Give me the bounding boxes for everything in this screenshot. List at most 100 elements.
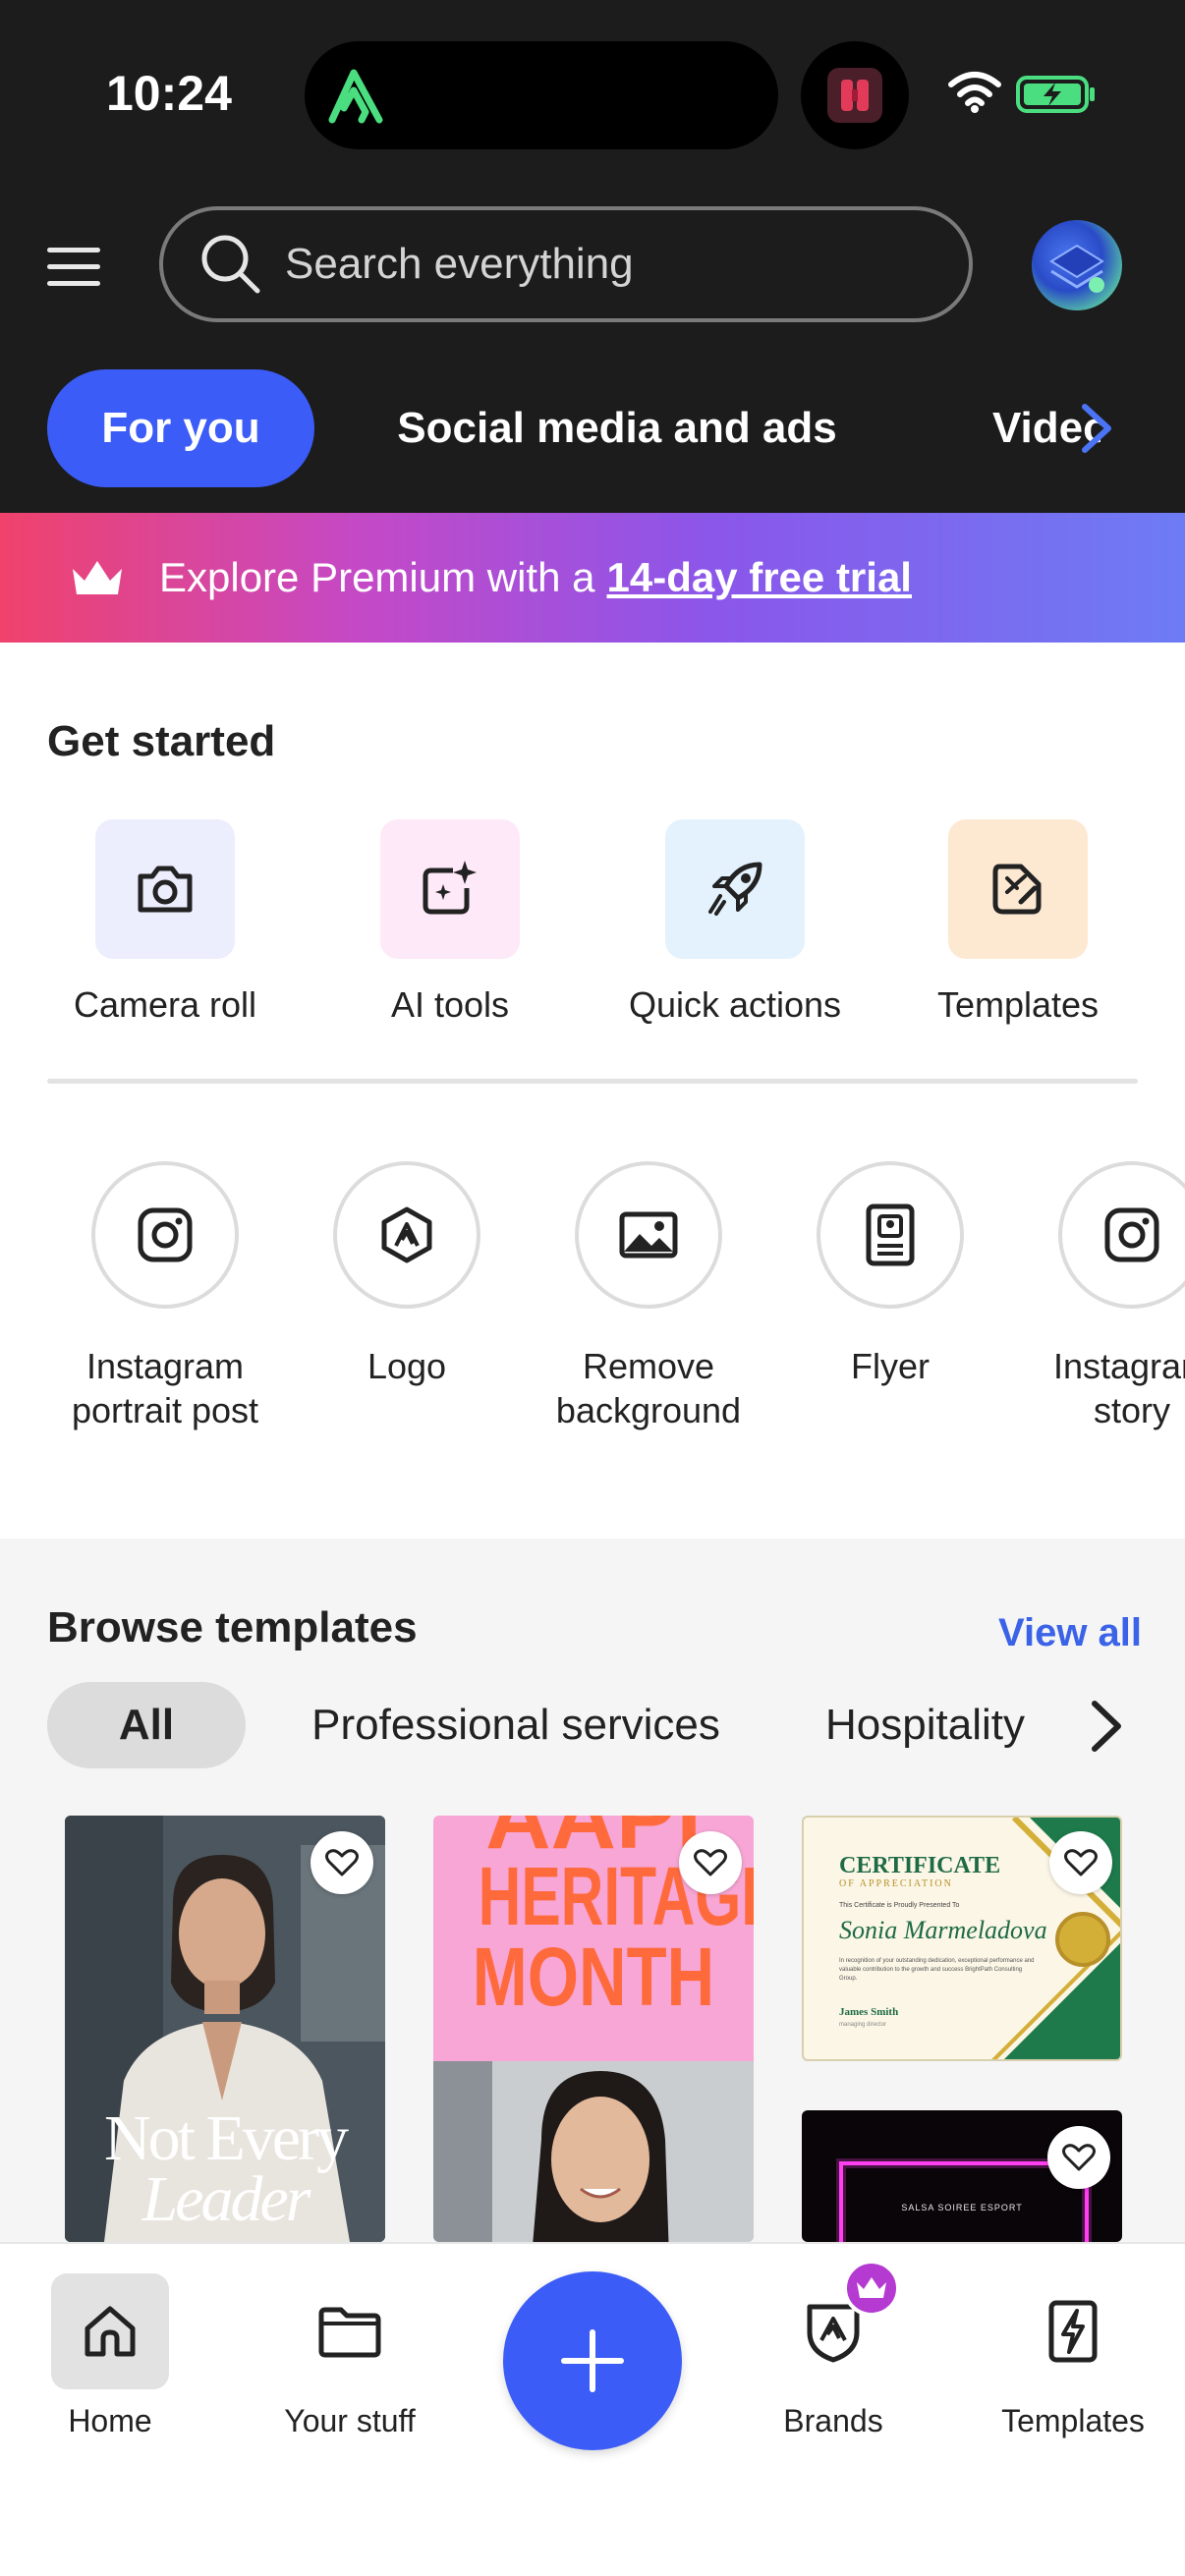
menu-line — [47, 280, 100, 286]
quick-actions-action[interactable]: Quick actions — [627, 819, 843, 1026]
shortcut-label: Remove background — [540, 1344, 757, 1432]
certificate-signer-role: managing director — [839, 2022, 887, 2028]
chip-all[interactable]: All — [47, 1682, 246, 1768]
instagram-icon — [138, 1207, 193, 1262]
shortcut-ring — [1058, 1161, 1185, 1309]
browse-templates-title: Browse templates — [47, 1603, 418, 1652]
create-button[interactable] — [503, 2271, 682, 2450]
tab-for-you[interactable]: For you — [47, 369, 314, 487]
shortcut-remove-background[interactable]: Remove background — [540, 1161, 757, 1432]
nav-your-stuff[interactable]: Your stuff — [261, 2273, 438, 2439]
template-card-salsa[interactable]: SALSA SOIREE ESPORT — [802, 2110, 1122, 2242]
premium-promo-banner[interactable]: Explore Premium with a 14-day free trial — [0, 513, 1185, 643]
ai-tools-action[interactable]: AI tools — [342, 819, 558, 1026]
shortcut-instagram-portrait-post[interactable]: Instagram portrait post — [57, 1161, 273, 1432]
certificate-presented: This Certificate is Proudly Presented To — [839, 1902, 960, 1909]
card-headline: Not Every Leader — [65, 2102, 385, 2235]
shortcut-label: Instagram portrait post — [57, 1344, 273, 1432]
flyer-icon — [866, 1204, 915, 1266]
favorite-button[interactable] — [1047, 2126, 1110, 2189]
certificate-title: CERTIFICATE — [839, 1853, 1001, 1878]
nav-templates[interactable]: Templates — [985, 2273, 1161, 2439]
shortcut-ring — [817, 1161, 964, 1309]
search-bar[interactable] — [159, 206, 973, 322]
shortcut-logo[interactable]: Logo — [299, 1161, 515, 1388]
shortcut-label-line1: Flyer — [851, 1346, 930, 1386]
status-time: 10:24 — [106, 66, 232, 121]
live-activity — [801, 41, 909, 149]
shortcut-label-line1: Remove — [582, 1346, 715, 1386]
chevron-right-icon[interactable] — [1085, 1698, 1128, 1755]
heritage-line3: MONTH — [472, 1931, 715, 2023]
salsa-title: SALSA SOIREE ESPORT — [901, 2203, 1023, 2212]
quick-actions-tile — [665, 819, 805, 959]
menu-line — [47, 247, 100, 252]
app-activity-icon — [827, 68, 882, 123]
shortcut-ring — [575, 1161, 722, 1309]
nav-your-stuff-tile — [291, 2273, 409, 2389]
shortcut-label-line2: background — [555, 1390, 742, 1430]
view-all-link[interactable]: View all — [998, 1611, 1142, 1655]
template-card-leader[interactable]: Not Every Leader — [65, 1816, 385, 2242]
tab-social-media-and-ads[interactable]: Social media and ads — [391, 369, 843, 487]
battery-icon — [1016, 76, 1095, 113]
camera-roll-action[interactable]: Camera roll — [57, 819, 273, 1026]
status-bar: 10:24 — [0, 0, 1185, 187]
sparkle-image-icon — [423, 861, 477, 915]
avatar-pattern-icon — [1049, 244, 1104, 293]
shortcut-label: Flyer — [782, 1344, 998, 1388]
heart-icon — [694, 1849, 727, 1876]
chip-professional-services[interactable]: Professional services — [305, 1682, 727, 1768]
heart-icon — [1062, 2144, 1096, 2171]
template-bolt-icon — [1048, 2300, 1098, 2363]
ai-tools-tile — [380, 819, 520, 959]
dynamic-island — [305, 41, 778, 149]
template-card-certificate[interactable]: CERTIFICATE OF APPRECIATION This Certifi… — [802, 1816, 1122, 2061]
certificate-subtitle: OF APPRECIATION — [839, 1878, 953, 1889]
instagram-icon — [1104, 1207, 1159, 1262]
template-card-heritage[interactable]: AAPI HERITAGE MONTH — [433, 1816, 754, 2242]
quick-actions-label: Quick actions — [628, 984, 842, 1025]
shortcut-label-line1: Logo — [367, 1346, 447, 1386]
shortcut-flyer[interactable]: Flyer — [782, 1161, 998, 1388]
nav-home[interactable]: Home — [22, 2273, 198, 2439]
section-divider — [47, 1079, 1138, 1084]
card-headline-line2: Leader — [141, 2163, 311, 2235]
chevron-right-icon[interactable] — [1073, 399, 1122, 458]
camera-roll-tile — [95, 819, 235, 959]
nav-home-tile — [51, 2273, 169, 2389]
favorite-button[interactable] — [1049, 1831, 1112, 1894]
menu-button[interactable] — [47, 234, 112, 299]
shortcut-label-line2: story — [1093, 1390, 1170, 1430]
templates-action[interactable]: Templates — [910, 819, 1126, 1026]
free-trial-link[interactable]: 14-day free trial — [606, 554, 912, 601]
heart-icon — [325, 1849, 359, 1876]
crown-icon — [857, 2277, 886, 2298]
template-icon — [992, 864, 1042, 915]
templates-tile — [948, 819, 1088, 959]
shortcut-label-line1: Instagram — [85, 1346, 245, 1386]
nav-templates-tile — [1014, 2273, 1132, 2389]
heritage-line2: HERITAGE — [478, 1850, 754, 1942]
favorite-button[interactable] — [310, 1831, 373, 1894]
wifi-icon — [948, 72, 1001, 113]
nav-brands-label: Brands — [783, 2403, 883, 2438]
shortcut-ring — [91, 1161, 239, 1309]
templates-label: Templates — [936, 984, 1100, 1025]
favorite-button[interactable] — [679, 1831, 742, 1894]
bottom-navigation: Home Your stuff Brands Templates — [0, 2242, 1185, 2576]
search-input[interactable] — [285, 240, 914, 289]
camera-roll-label: Camera roll — [73, 984, 257, 1025]
adobe-express-icon — [328, 69, 383, 124]
shortcut-ring — [333, 1161, 480, 1309]
card-headline-line1: Not Every — [103, 2102, 349, 2174]
certificate-signer: James Smith — [839, 2006, 899, 2018]
shortcut-label: Instagramstory — [1024, 1344, 1185, 1432]
nav-templates-label: Templates — [1001, 2403, 1145, 2438]
chip-hospitality[interactable]: Hospitality — [825, 1682, 1051, 1768]
avatar[interactable] — [1032, 220, 1122, 310]
shortcut-label-line2: portrait post — [71, 1390, 259, 1430]
search-icon — [201, 235, 260, 294]
shortcut-instagram-story[interactable]: Instagramstory — [1024, 1161, 1185, 1432]
premium-badge — [843, 2260, 900, 2317]
